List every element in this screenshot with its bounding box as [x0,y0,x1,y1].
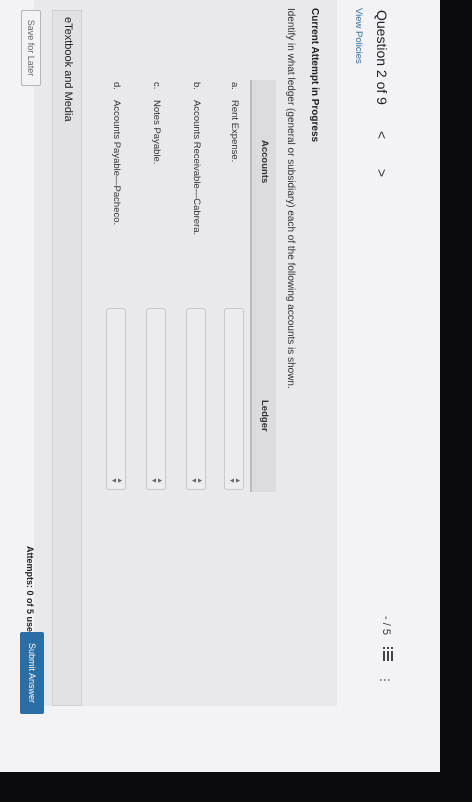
question-title-text: Question 2 of 9 [374,10,390,105]
select-arrow-icon: ▲ ▼ [110,477,123,484]
select-arrow-icon: ▲ ▼ [150,477,163,484]
table-header: Accounts Ledger [250,80,276,492]
select-arrow-icon: ▲ ▼ [190,477,203,484]
row-letter: c. [151,82,162,90]
attempt-status: Current Attempt in Progress [309,8,320,143]
ledger-select-d[interactable]: ▲ ▼ [106,308,126,490]
account-label: Notes Payable. [151,100,162,165]
select-arrow-icon: ▲ ▼ [228,477,241,484]
column-header-ledger: Ledger [259,400,270,432]
view-policies-link[interactable]: View Policies [353,8,364,64]
ledger-select-b[interactable]: ▲ ▼ [186,308,206,490]
account-label: Accounts Receivable—Cabrera. [191,100,202,236]
row-letter: a. [229,82,240,90]
attempts-counter: Attempts: 0 of 5 used [25,546,35,638]
previous-question-button[interactable]: < [374,131,390,139]
ledger-select-c[interactable]: ▲ ▼ [146,308,166,490]
row-letter: b. [191,82,202,90]
next-question-button[interactable]: > [374,169,390,177]
question-instruction: Identify in what ledger (general or subs… [285,8,296,389]
save-for-later-button[interactable]: Save for Later [21,10,41,86]
ledger-select-a[interactable]: ▲ ▼ [224,308,244,490]
etextbook-media-section[interactable]: eTextbook and Media [52,10,82,706]
row-letter: d. [111,82,122,90]
account-label: Accounts Payable—Pacheco. [111,100,122,226]
screen: Question 2 of 9 < > View Policies - / 5 … [0,0,472,802]
question-title: Question 2 of 9 < > [374,10,390,177]
column-header-accounts: Accounts [259,140,270,184]
question-score: - / 5 [380,616,392,635]
page: Question 2 of 9 < > View Policies - / 5 … [0,0,472,802]
account-label: Rent Expense. [229,100,240,163]
etextbook-label: eTextbook and Media [62,17,74,122]
more-icon[interactable]: ⋮ [378,674,392,687]
list-icon[interactable] [380,646,396,662]
submit-answer-button[interactable]: Submit Answer [20,632,44,714]
screen-edge [0,772,472,802]
top-dark-area [440,0,472,802]
